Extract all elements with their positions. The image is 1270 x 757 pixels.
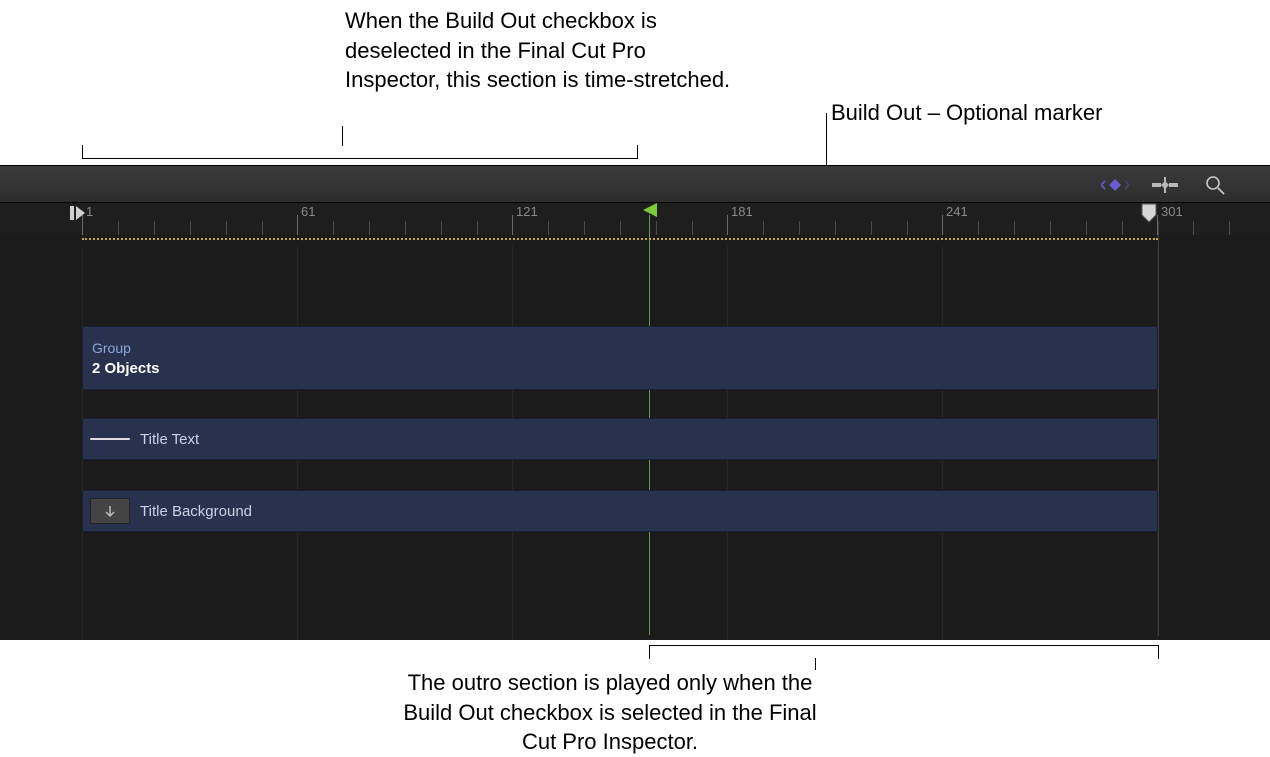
title-background-label: Title Background: [140, 503, 252, 520]
timeline-ruler[interactable]: 1 61 121 181 241 301: [0, 203, 1270, 235]
timeline-panel: 1 61 121 181 241 301: [0, 165, 1270, 640]
group-object-count: 2 Objects: [92, 360, 160, 377]
ruler-tick-181: 181: [731, 204, 753, 219]
figure-root: When the Build Out checkbox is deselecte…: [0, 0, 1270, 748]
callout-outro-section: The outro section is played only when th…: [400, 668, 820, 757]
timeline-toolbar: [0, 166, 1270, 203]
timeline-tracks: Group 2 Objects Title Text Title Backgro…: [0, 246, 1270, 640]
ruler-tick-1: 1: [86, 204, 93, 219]
ruler-tick-241: 241: [946, 204, 968, 219]
snapping-button[interactable]: [1150, 174, 1180, 196]
project-end-marker[interactable]: [1139, 203, 1159, 223]
bracket-time-stretched: [82, 145, 638, 159]
project-start-bar: [70, 206, 74, 220]
bracket-outro: [649, 645, 1159, 659]
group-clip[interactable]: Group 2 Objects: [82, 326, 1158, 390]
callout-time-stretched: When the Build Out checkbox is deselecte…: [345, 6, 745, 95]
ruler-tick-121: 121: [516, 204, 538, 219]
text-thumbnail-icon: [90, 438, 130, 440]
leader-time-stretched: [342, 126, 343, 146]
title-text-clip[interactable]: Title Text: [82, 418, 1158, 460]
title-background-clip[interactable]: Title Background: [82, 490, 1158, 532]
zoom-button[interactable]: [1200, 174, 1230, 196]
ruler-tick-61: 61: [301, 204, 315, 219]
leader-outro: [815, 658, 816, 670]
group-title: Group: [92, 340, 131, 356]
play-range-indicator: [82, 238, 1158, 240]
callout-build-out-marker: Build Out – Optional marker: [831, 98, 1102, 128]
ruler-tick-301: 301: [1161, 204, 1183, 219]
project-start-marker[interactable]: [74, 206, 86, 225]
title-text-label: Title Text: [140, 431, 199, 448]
keyframe-nav-button[interactable]: [1100, 174, 1130, 196]
background-thumbnail-icon: [90, 498, 130, 524]
